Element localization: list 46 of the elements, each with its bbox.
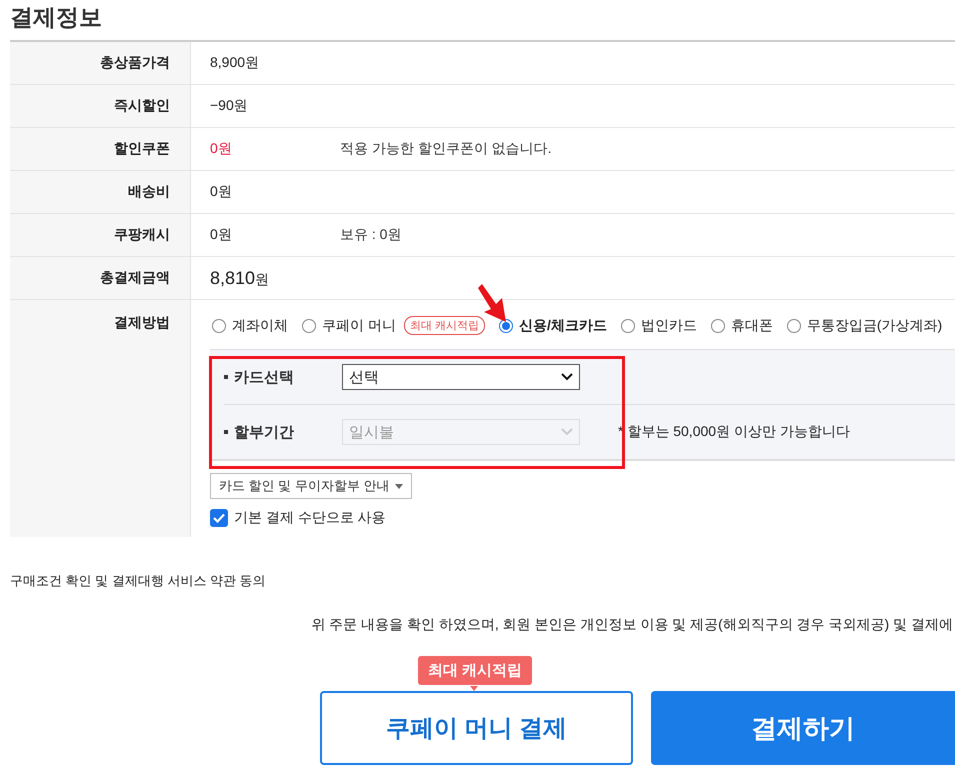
radio-button[interactable]	[498, 318, 513, 332]
payment-option[interactable]: 쿠페이 머니 최대 캐시적립	[302, 316, 485, 335]
amount-text: 0원	[210, 140, 233, 158]
payment-option[interactable]: 무통장입금(가상계좌)	[786, 316, 942, 335]
pointer-icon	[470, 686, 478, 691]
amount-text: −90원	[210, 97, 249, 115]
section-title: 결제정보	[9, 3, 103, 32]
row-label: 총상품가격	[10, 42, 191, 84]
default-checkbox[interactable]: 기본 결제 수단으로 사용	[210, 509, 955, 527]
arrow-icon	[478, 282, 508, 324]
row-label: 쿠팡캐시	[10, 214, 191, 256]
chevron-icon	[561, 428, 573, 436]
row-label: 배송비	[10, 171, 191, 213]
radio-button[interactable]	[620, 318, 635, 332]
radio-button[interactable]	[212, 318, 226, 332]
bullet-icon	[224, 430, 228, 434]
field-label: 할부기간	[234, 422, 295, 442]
caret-icon	[395, 484, 404, 488]
row-label: 결제방법	[10, 300, 191, 537]
pay-button[interactable]: 결제하기	[651, 691, 955, 765]
radio-button[interactable]	[710, 318, 725, 332]
radio-button[interactable]	[302, 318, 316, 332]
note-text: 보유 : 0원	[340, 226, 402, 244]
amount-text: 8,900원	[210, 54, 260, 72]
checkbox[interactable]	[210, 509, 228, 527]
row-label: 할인쿠폰	[10, 128, 191, 170]
payment-option[interactable]: 계좌이체	[212, 316, 288, 335]
payment-option[interactable]: 법인카드	[620, 316, 697, 335]
amount-text: 0원	[210, 226, 233, 244]
row-label: 즉시할인	[10, 85, 191, 127]
field-label: 카드선택	[234, 368, 295, 386]
payment-option[interactable]: 휴대폰	[710, 316, 773, 335]
cash-badge: 최대 캐시적립	[404, 316, 485, 335]
cash-tooltip: 최대 캐시적립	[418, 656, 532, 685]
chevron-icon	[561, 373, 573, 381]
coupay-money-button[interactable]: 쿠페이 머니 결제	[320, 691, 633, 765]
card-guide-dropdown[interactable]: 카드 할인 및 무이자할부 안내	[210, 473, 412, 499]
amount-text: 0원	[210, 183, 233, 201]
select-field[interactable]: 선택	[342, 364, 580, 390]
agreement-text: 위 주문 내용을 확인 하였으며, 회원 본인은 개인정보 이용 및 제공(해외직구의 경우 국외제공) 및 결제에	[311, 616, 953, 634]
row-label: 총결제금액	[10, 257, 191, 299]
note-text: 적용 가능한 할인쿠폰이 없습니다.	[340, 140, 552, 158]
total-amount: 8,810원	[210, 268, 270, 288]
bullet-icon	[224, 375, 228, 379]
radio-button[interactable]	[786, 318, 801, 332]
terms-title: 구매조건 확인 및 결제대행 서비스 약관 동의	[9, 572, 267, 590]
